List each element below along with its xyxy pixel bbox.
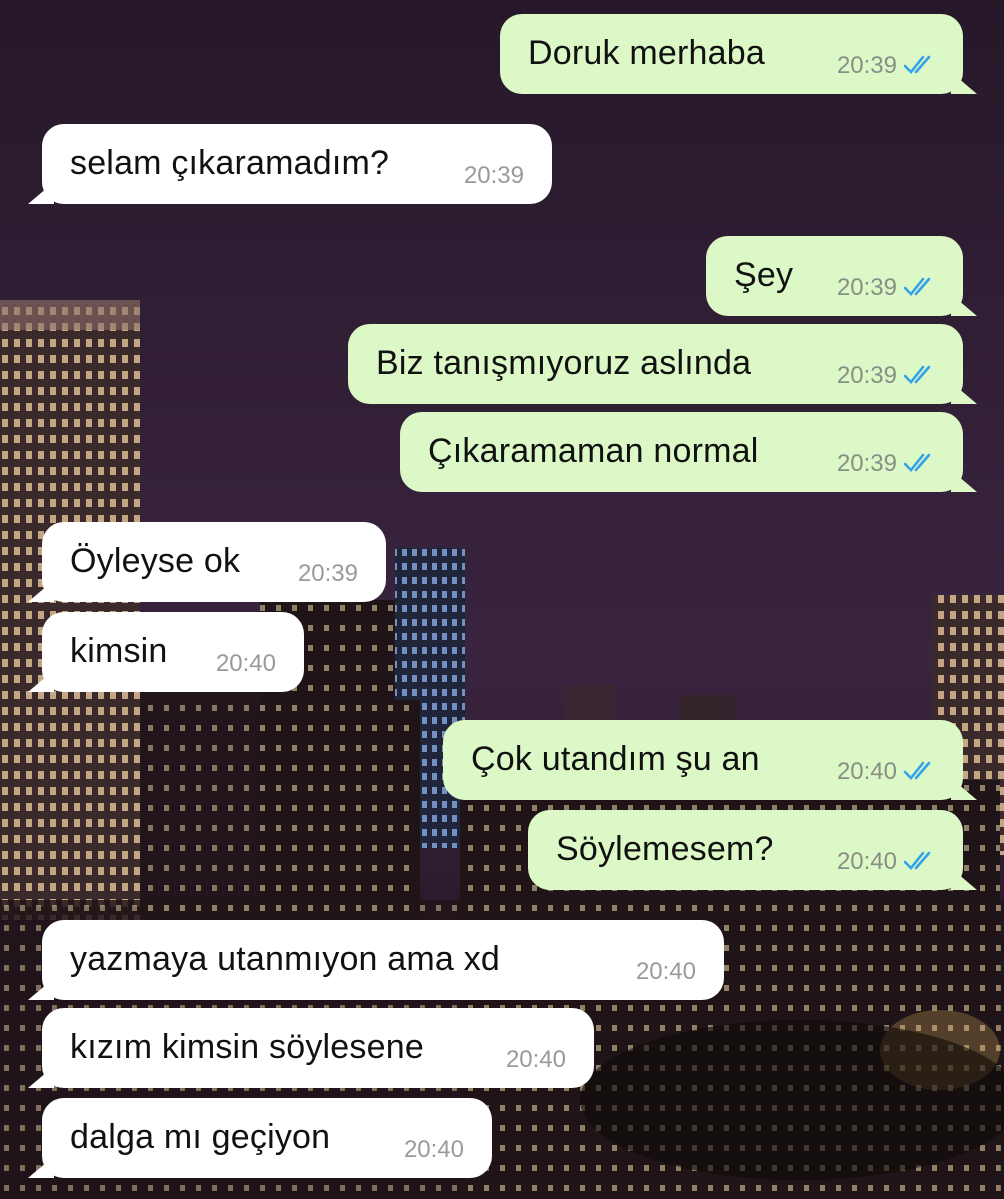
- bubble-tail: [28, 1156, 54, 1178]
- incoming-message[interactable]: Öyleyse ok 20:39: [28, 522, 386, 602]
- outgoing-message[interactable]: Doruk merhaba 20:39: [500, 14, 977, 94]
- bubble-tail: [951, 868, 977, 890]
- outgoing-message[interactable]: Biz tanışmıyoruz aslında 20:39: [348, 324, 977, 404]
- message-text: Çok utandım şu an: [471, 740, 760, 778]
- incoming-message[interactable]: kimsin 20:40: [28, 612, 304, 692]
- incoming-message[interactable]: dalga mı geçiyon 20:40: [28, 1098, 492, 1178]
- message-time: 20:40: [505, 1046, 566, 1073]
- message-time: 20:39: [836, 52, 897, 79]
- message-text: kızım kimsin söylesene: [70, 1028, 424, 1066]
- message-time: 20:40: [403, 1136, 464, 1163]
- double-check-icon: [903, 851, 931, 870]
- bubble-tail: [951, 778, 977, 800]
- bubble-tail: [28, 670, 54, 692]
- double-check-icon: [903, 365, 931, 384]
- outgoing-message[interactable]: Çıkaramaman normal 20:39: [400, 412, 977, 492]
- message-time: 20:40: [635, 958, 696, 985]
- message-text: yazmaya utanmıyon ama xd: [70, 940, 500, 978]
- message-time: 20:39: [836, 274, 897, 301]
- double-check-icon: [903, 55, 931, 74]
- message-time: 20:40: [836, 848, 897, 875]
- bubble-tail: [28, 580, 54, 602]
- message-text: dalga mı geçiyon: [70, 1118, 331, 1156]
- bubble-tail: [28, 182, 54, 204]
- message-text: kimsin: [70, 632, 168, 670]
- message-text: Söylemesem?: [556, 830, 774, 868]
- message-text: Doruk merhaba: [528, 34, 765, 72]
- bubble-tail: [28, 978, 54, 1000]
- message-time: 20:39: [836, 362, 897, 389]
- outgoing-message[interactable]: Çok utandım şu an 20:40: [443, 720, 977, 800]
- message-time: 20:40: [215, 650, 276, 677]
- message-text: Öyleyse ok: [70, 542, 241, 580]
- message-text: Şey: [734, 256, 794, 294]
- double-check-icon: [903, 277, 931, 296]
- bubble-tail: [951, 470, 977, 492]
- message-time: 20:40: [836, 758, 897, 785]
- message-time: 20:39: [463, 162, 524, 189]
- bubble-tail: [28, 1066, 54, 1088]
- bubble-tail: [951, 294, 977, 316]
- double-check-icon: [903, 453, 931, 472]
- outgoing-message[interactable]: Söylemesem? 20:40: [528, 810, 977, 890]
- message-text: selam çıkaramadım?: [70, 144, 390, 182]
- message-time: 20:39: [297, 560, 358, 587]
- message-text: Çıkaramaman normal: [428, 432, 759, 470]
- message-text: Biz tanışmıyoruz aslında: [376, 344, 752, 382]
- bubble-tail: [951, 382, 977, 404]
- incoming-message[interactable]: selam çıkaramadım? 20:39: [28, 124, 552, 204]
- incoming-message[interactable]: kızım kimsin söylesene 20:40: [28, 1008, 594, 1088]
- double-check-icon: [903, 761, 931, 780]
- outgoing-message[interactable]: Şey 20:39: [706, 236, 977, 316]
- message-time: 20:39: [836, 450, 897, 477]
- bubble-tail: [951, 72, 977, 94]
- incoming-message[interactable]: yazmaya utanmıyon ama xd 20:40: [28, 920, 724, 1000]
